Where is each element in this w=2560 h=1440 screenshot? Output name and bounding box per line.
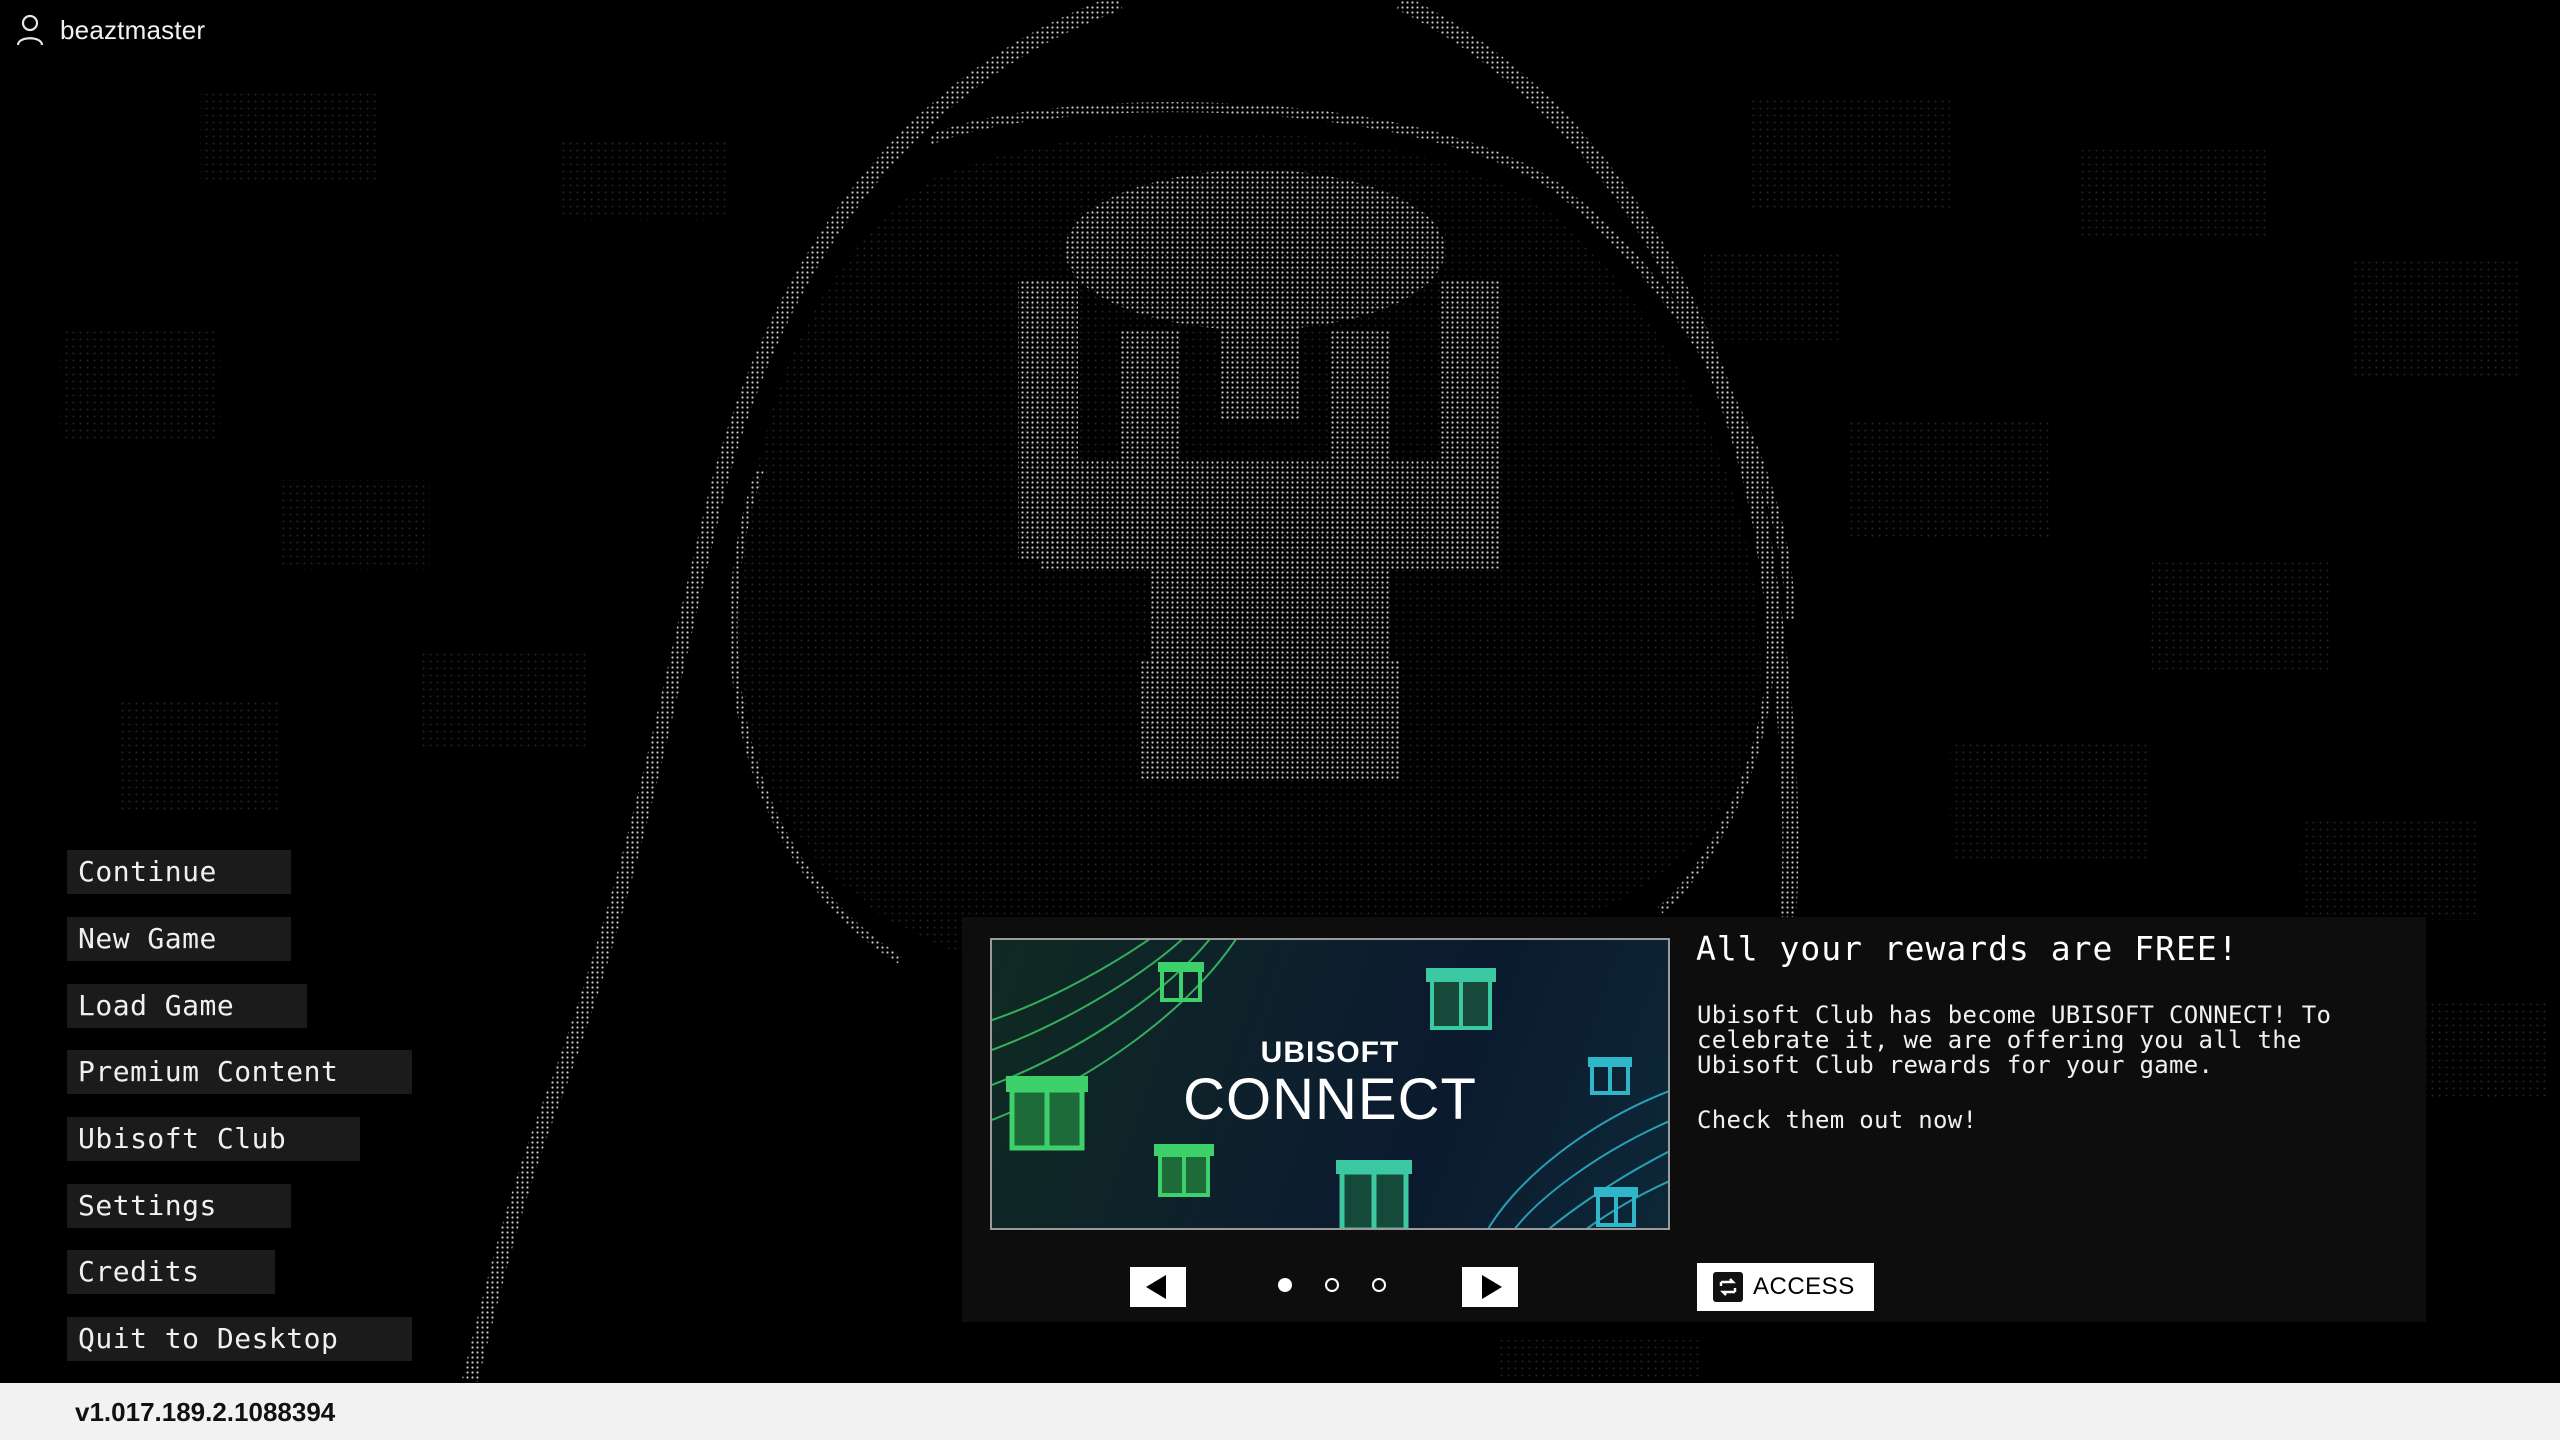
menu-item-ubisoft-club[interactable]: Ubisoft Club [67,1117,360,1161]
pagination-dot-2[interactable] [1325,1278,1339,1292]
menu-item-quit-to-desktop[interactable]: Quit to Desktop [67,1317,412,1361]
promo-panel: UBISOFT CONNECT All your rewards are FRE… [962,917,2426,1322]
gift-icon [1336,1160,1412,1228]
promo-title: All your rewards are FREE! [1696,929,2239,968]
access-button[interactable]: ACCESS [1697,1263,1874,1311]
promo-cta-text: Check them out now! [1697,1106,1978,1134]
logo-line-2: CONNECT [1183,1067,1477,1132]
promo-body: Ubisoft Club has become UBISOFT CONNECT!… [1697,1001,2332,1079]
gift-icon [1158,962,1204,1002]
pagination-dot-3[interactable] [1372,1278,1386,1292]
pagination-dot-1[interactable] [1278,1278,1292,1292]
arrow-right-icon [1482,1275,1502,1299]
menu-item-continue[interactable]: Continue [67,850,291,894]
menu-item-load-game[interactable]: Load Game [67,984,307,1028]
access-label: ACCESS [1753,1273,1855,1300]
menu-item-premium-content[interactable]: Premium Content [67,1050,412,1094]
logo-line-1: UBISOFT [1260,1036,1400,1069]
username: beaztmaster [60,14,206,45]
previous-button[interactable] [1130,1267,1186,1307]
user-profile[interactable]: beaztmaster [16,12,205,48]
promo-image[interactable]: UBISOFT CONNECT [990,938,1670,1230]
gift-icon [1426,968,1496,1030]
version-number: v1.017.189.2.1088394 [75,1397,336,1427]
ubisoft-connect-icon [1713,1272,1743,1302]
pagination-dots [1270,1275,1400,1299]
ubisoft-connect-logo: UBISOFT CONNECT [992,1036,1668,1130]
user-icon [16,14,44,46]
menu-item-settings[interactable]: Settings [67,1184,291,1228]
arrow-left-icon [1146,1275,1166,1299]
version-bar: v1.017.189.2.1088394 [0,1383,2560,1440]
gift-icon [1154,1144,1214,1197]
menu-item-credits[interactable]: Credits [67,1250,275,1294]
next-button[interactable] [1462,1267,1518,1307]
menu-item-new-game[interactable]: New Game [67,917,291,961]
